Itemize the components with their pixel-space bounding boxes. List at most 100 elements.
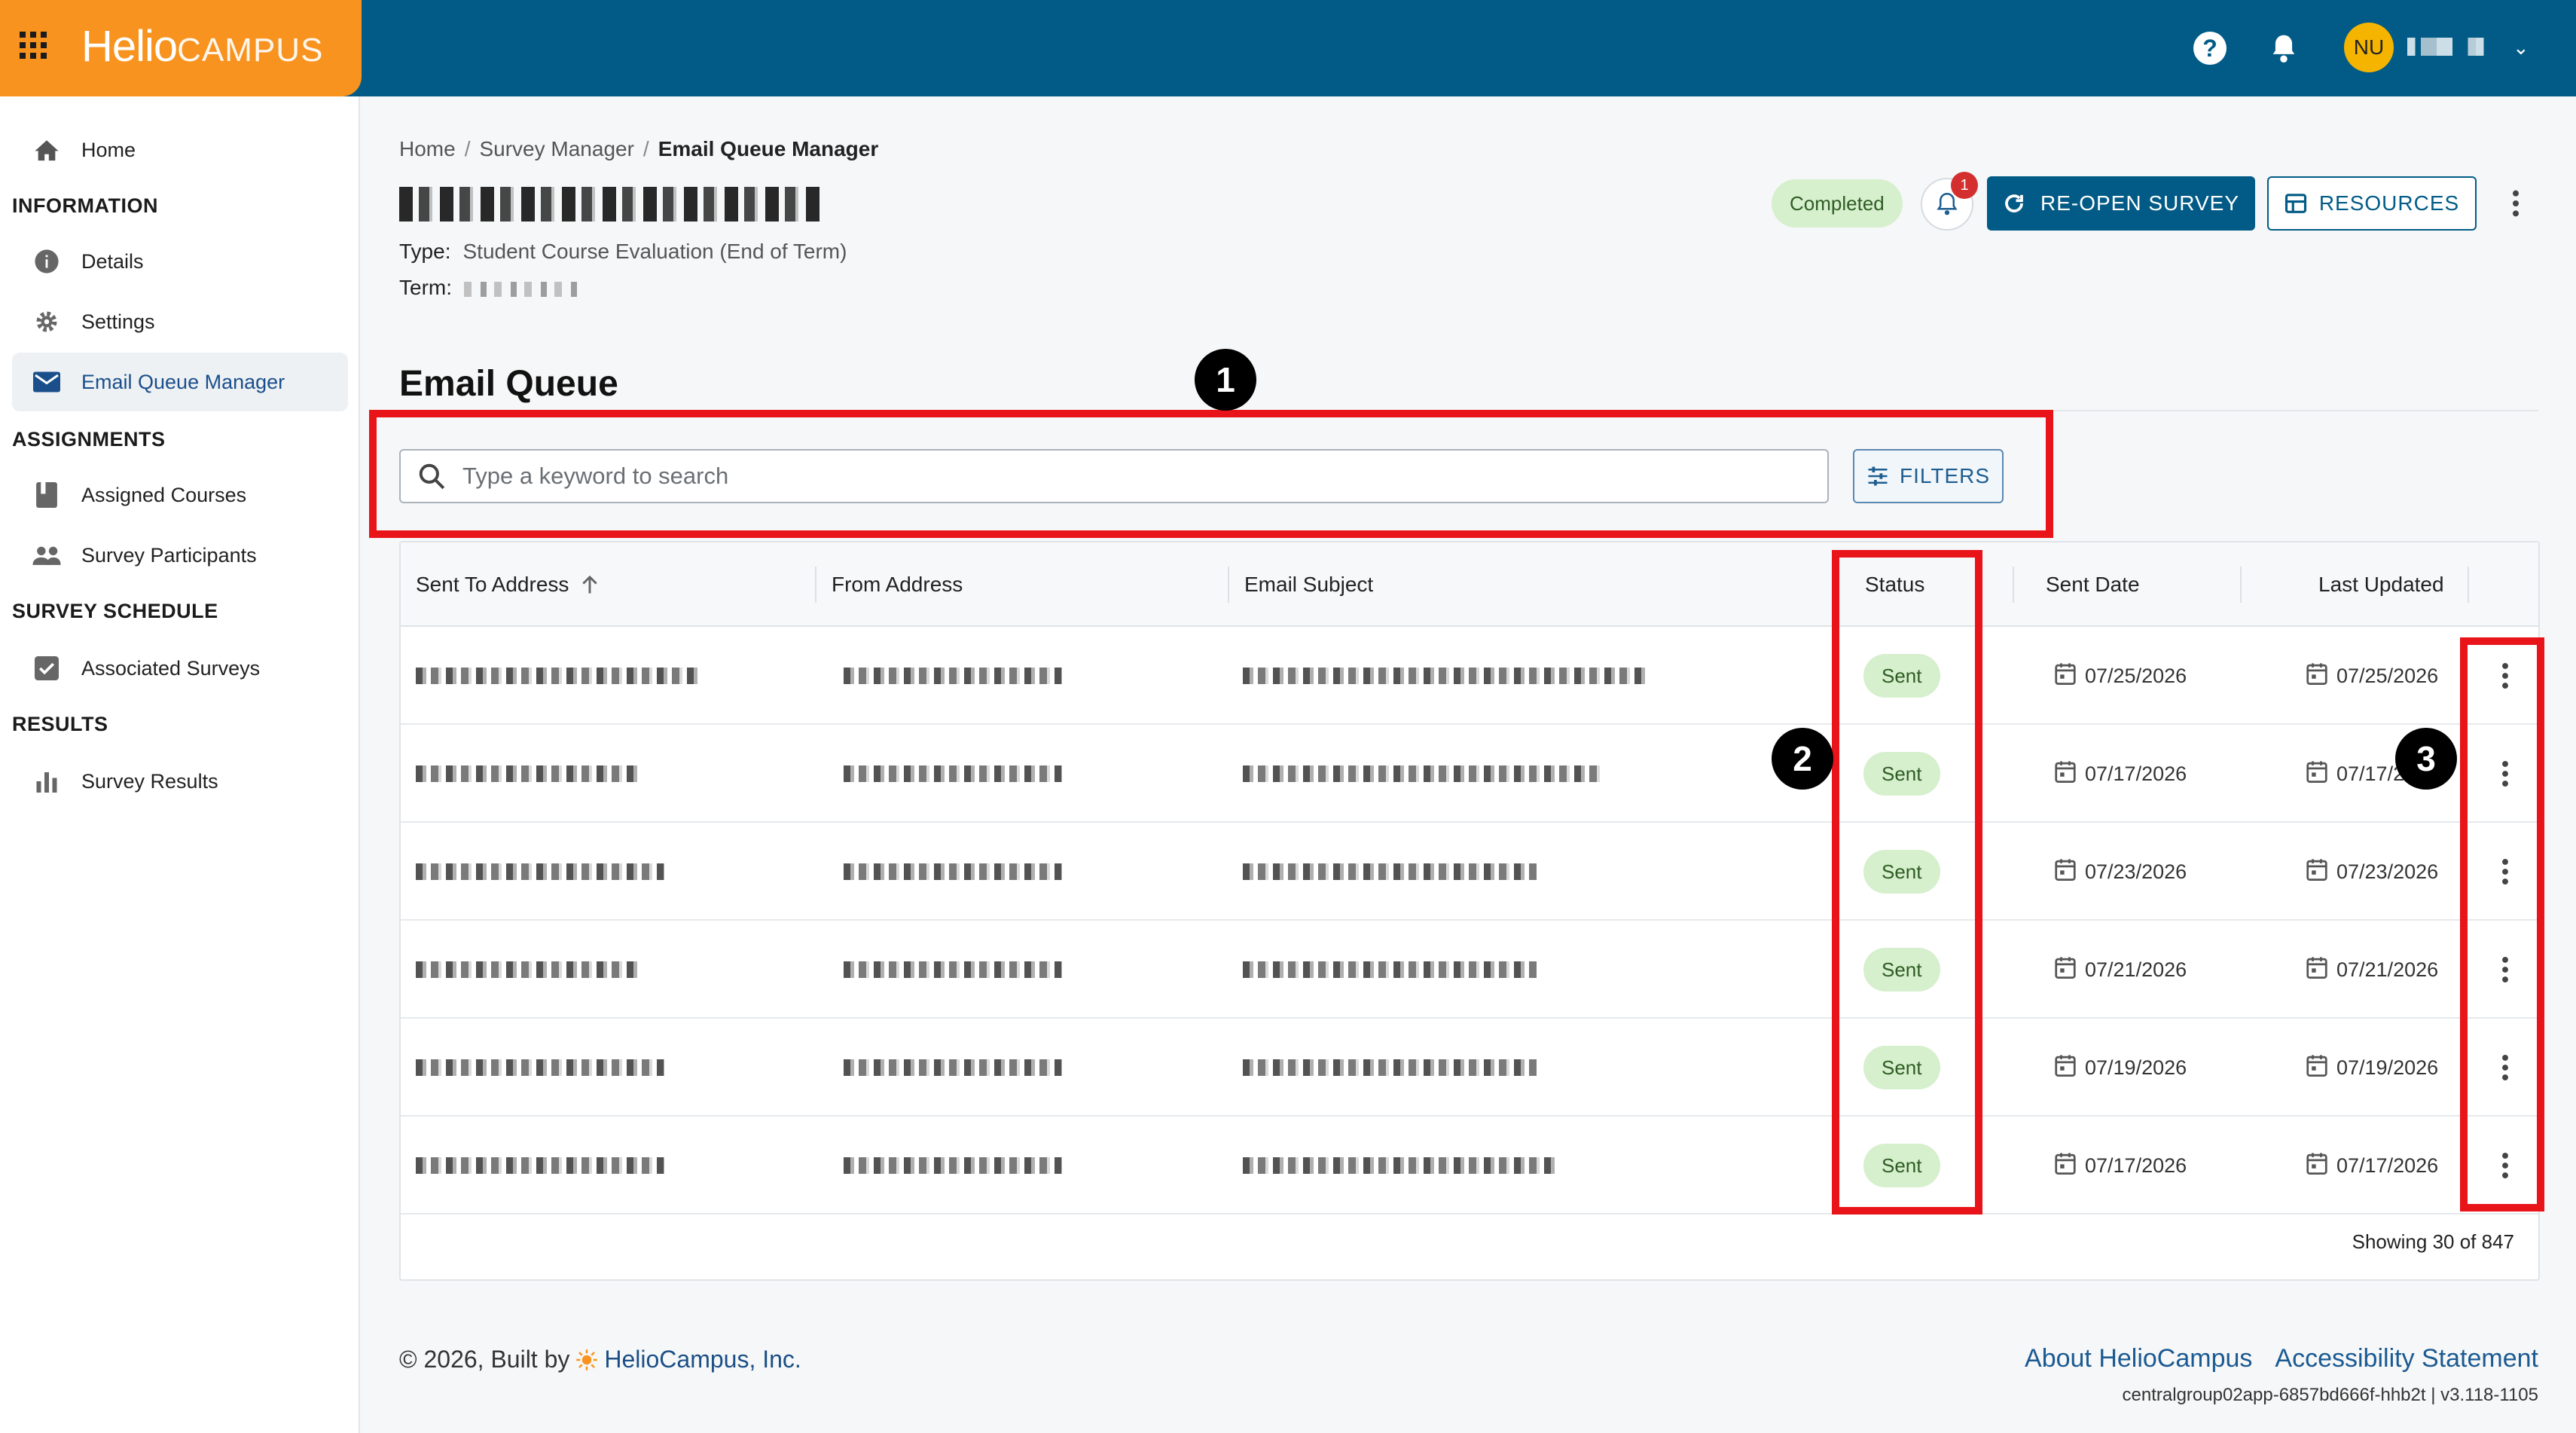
sidebar-item-associated-surveys[interactable]: Associated Surveys bbox=[12, 639, 348, 698]
status-cell: Sent bbox=[1863, 627, 1940, 725]
redacted-subject bbox=[1243, 1157, 1559, 1174]
redacted-email bbox=[416, 765, 642, 782]
calendar-icon bbox=[2055, 662, 2076, 690]
row-more-options-icon[interactable] bbox=[2492, 849, 2519, 894]
table-row[interactable]: Sent 07/17/2026 07/17/2026 bbox=[401, 1117, 2538, 1215]
redacted-email bbox=[416, 1157, 664, 1174]
version-string: centralgroup02app-6857bd666f-hhb2t | v3.… bbox=[2122, 1385, 2538, 1405]
breadcrumb-home[interactable]: Home bbox=[399, 137, 456, 160]
help-icon[interactable]: ? bbox=[2193, 32, 2227, 65]
redacted-subject bbox=[1243, 765, 1604, 782]
table-row[interactable]: Sent 07/23/2026 07/23/2026 bbox=[401, 823, 2538, 921]
term-value-redacted bbox=[464, 281, 577, 297]
table-header: Sent To Address From Address Email Subje… bbox=[401, 542, 2538, 627]
envelope-icon bbox=[12, 371, 81, 393]
from-address-cell bbox=[844, 921, 1062, 1019]
sidebar-section-survey-schedule: SURVEY SCHEDULE bbox=[12, 600, 218, 622]
email-queue-title: Email Queue bbox=[399, 364, 618, 404]
gear-icon bbox=[12, 308, 81, 335]
row-more-options-icon[interactable] bbox=[2492, 947, 2519, 992]
redacted-subject bbox=[1243, 1059, 1537, 1076]
from-address-cell bbox=[844, 725, 1062, 823]
sidebar-item-survey-participants[interactable]: Survey Participants bbox=[12, 526, 348, 585]
bar-chart-icon bbox=[12, 770, 81, 793]
user-avatar[interactable]: NU bbox=[2344, 23, 2394, 72]
accessibility-statement-link[interactable]: Accessibility Statement bbox=[2275, 1344, 2538, 1373]
status-cell: Sent bbox=[1863, 725, 1940, 823]
column-sent-to-address[interactable]: Sent To Address bbox=[416, 542, 599, 627]
column-status[interactable]: Status bbox=[1865, 542, 1924, 627]
heliocampus-logo[interactable]: HelioCAMPUS bbox=[81, 21, 323, 72]
last-updated-cell: 07/23/2026 bbox=[2306, 823, 2438, 921]
copyright: © 2026, Built by HelioCampus, Inc. bbox=[399, 1346, 801, 1373]
email-subject-cell bbox=[1243, 627, 1650, 725]
brand-area: HelioCAMPUS bbox=[0, 0, 362, 96]
sidebar-item-home[interactable]: Home bbox=[12, 121, 348, 179]
breadcrumb-survey-manager[interactable]: Survey Manager bbox=[479, 137, 633, 160]
table-row[interactable]: Sent 07/21/2026 07/21/2026 bbox=[401, 921, 2538, 1019]
calendar-icon bbox=[2306, 760, 2327, 788]
sidebar-item-details[interactable]: Details bbox=[12, 232, 348, 291]
calendar-icon bbox=[2306, 1054, 2327, 1082]
sent-to-address-cell bbox=[416, 1019, 664, 1117]
table-row[interactable]: Sent 07/25/2026 07/25/2026 bbox=[401, 627, 2538, 725]
row-more-options-icon[interactable] bbox=[2492, 1143, 2519, 1188]
column-sent-date[interactable]: Sent Date bbox=[2046, 542, 2140, 627]
sent-date-cell: 07/19/2026 bbox=[2055, 1019, 2187, 1117]
redacted-email bbox=[416, 961, 642, 978]
sun-logo-icon bbox=[576, 1349, 598, 1370]
calendar-icon bbox=[2306, 956, 2327, 984]
calendar-icon bbox=[2306, 662, 2327, 690]
resources-button[interactable]: RESOURCES bbox=[2267, 176, 2477, 231]
row-more-options-icon[interactable] bbox=[2492, 1045, 2519, 1090]
sidebar-section-information: INFORMATION bbox=[12, 194, 158, 217]
sidebar-item-email-queue-manager[interactable]: Email Queue Manager bbox=[12, 353, 348, 411]
table-row[interactable]: Sent 07/19/2026 07/19/2026 bbox=[401, 1019, 2538, 1117]
chevron-down-icon[interactable]: ⌄ bbox=[2513, 36, 2529, 60]
checkbox-icon bbox=[12, 656, 81, 680]
sent-to-address-cell bbox=[416, 627, 702, 725]
search-input[interactable] bbox=[462, 463, 1827, 490]
calendar-icon bbox=[2055, 858, 2076, 886]
breadcrumb: Home / Survey Manager / Email Queue Manager bbox=[399, 137, 879, 160]
email-subject-cell bbox=[1243, 921, 1537, 1019]
reopen-survey-button[interactable]: RE-OPEN SURVEY bbox=[1987, 176, 2255, 231]
filters-button[interactable]: FILTERS bbox=[1853, 449, 2004, 503]
table-row[interactable]: Sent 07/17/2026 07/17/2026 bbox=[401, 725, 2538, 823]
row-more-options-icon[interactable] bbox=[2492, 751, 2519, 796]
status-badge: Sent bbox=[1863, 752, 1940, 796]
sidebar-section-results: RESULTS bbox=[12, 713, 108, 735]
status-badge: Sent bbox=[1863, 1144, 1940, 1187]
sidebar-item-survey-results[interactable]: Survey Results bbox=[12, 752, 348, 811]
sent-date-cell: 07/21/2026 bbox=[2055, 921, 2187, 1019]
column-from-address[interactable]: From Address bbox=[832, 542, 963, 627]
search-icon bbox=[401, 462, 462, 490]
heliocampus-link[interactable]: HelioCampus, Inc. bbox=[604, 1346, 801, 1373]
last-updated-cell: 07/17/2026 bbox=[2306, 1117, 2438, 1215]
more-options-icon[interactable] bbox=[2502, 185, 2529, 222]
row-actions-cell bbox=[2492, 823, 2519, 921]
calendar-icon bbox=[2055, 760, 2076, 788]
search-field[interactable] bbox=[399, 449, 1829, 503]
email-subject-cell bbox=[1243, 1117, 1559, 1215]
row-more-options-icon[interactable] bbox=[2492, 653, 2519, 698]
redacted-email bbox=[844, 1157, 1062, 1174]
redacted-email bbox=[844, 668, 1062, 684]
redacted-email bbox=[844, 863, 1062, 880]
row-actions-cell bbox=[2492, 725, 2519, 823]
people-icon bbox=[12, 545, 81, 566]
notifications-bell-icon[interactable] bbox=[2267, 32, 2300, 65]
about-heliocampus-link[interactable]: About HelioCampus bbox=[2025, 1344, 2252, 1373]
sidebar-item-assigned-courses[interactable]: Assigned Courses bbox=[12, 466, 348, 524]
sidebar-section-assignments: ASSIGNMENTS bbox=[12, 428, 166, 451]
row-actions-cell bbox=[2492, 1117, 2519, 1215]
info-icon bbox=[12, 249, 81, 274]
app-launcher-icon[interactable] bbox=[20, 32, 47, 59]
email-subject-cell bbox=[1243, 725, 1604, 823]
sent-to-address-cell bbox=[416, 823, 664, 921]
column-last-updated[interactable]: Last Updated bbox=[2318, 542, 2444, 627]
column-email-subject[interactable]: Email Subject bbox=[1244, 542, 1373, 627]
user-name-redacted[interactable] bbox=[2407, 38, 2505, 56]
sidebar-item-settings[interactable]: Settings bbox=[12, 292, 348, 351]
sent-to-address-cell bbox=[416, 1117, 664, 1215]
